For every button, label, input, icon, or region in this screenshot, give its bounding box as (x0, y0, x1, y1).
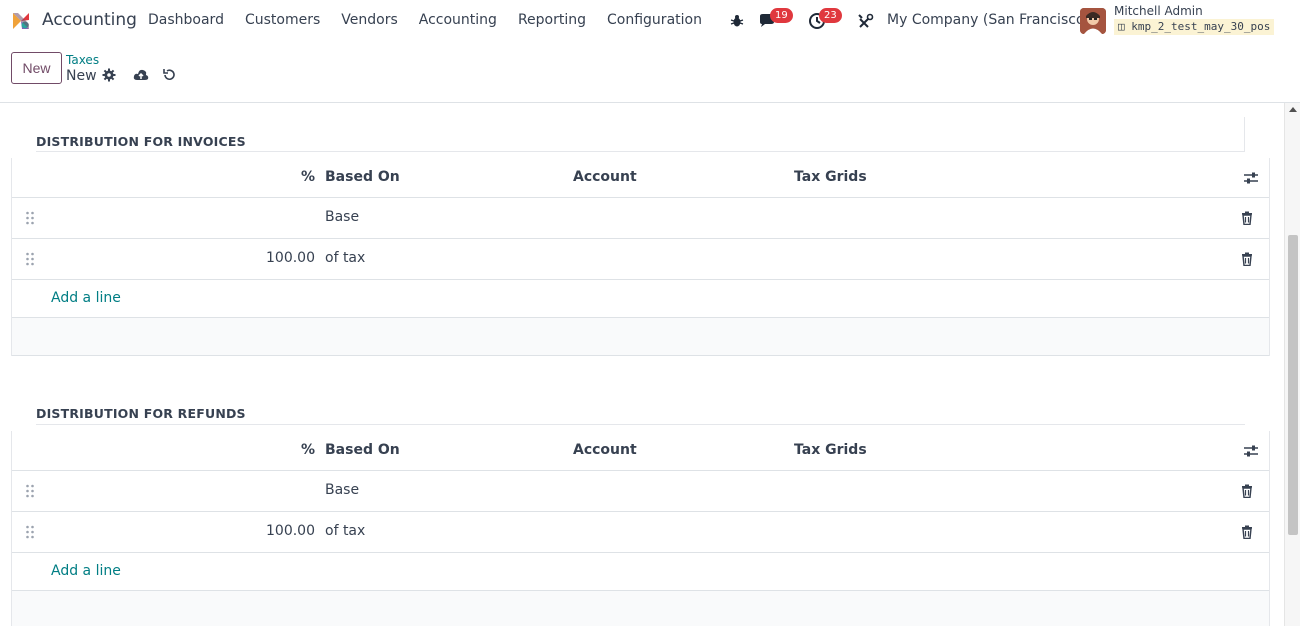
table-row[interactable]: 100.00 of tax (12, 239, 1269, 280)
menu-dashboard[interactable]: Dashboard (148, 12, 224, 28)
cell-based-on[interactable]: Base (325, 482, 359, 498)
menu-customers[interactable]: Customers (245, 12, 320, 28)
undo-icon[interactable] (161, 67, 177, 83)
accounting-app-icon[interactable] (10, 10, 32, 32)
cell-percent[interactable]: 100.00 (266, 523, 315, 539)
add-line-row: Add a line (12, 553, 1269, 591)
drag-handle-icon[interactable] (25, 484, 35, 498)
cell-based-on[interactable]: of tax (325, 250, 365, 266)
invoices-section-separator (36, 151, 1245, 152)
trash-icon[interactable] (1241, 252, 1253, 266)
breadcrumb-taxes[interactable]: Taxes (66, 53, 99, 67)
menu-vendors[interactable]: Vendors (341, 12, 397, 28)
trash-icon[interactable] (1241, 211, 1253, 225)
add-line-link[interactable]: Add a line (51, 290, 121, 306)
drag-handle-icon[interactable] (25, 211, 35, 225)
refunds-distribution-table: % Based On Account Tax Grids Base 100.00… (11, 431, 1270, 626)
refunds-section-title: DISTRIBUTION FOR REFUNDS (36, 406, 246, 421)
drag-handle-icon[interactable] (25, 525, 35, 539)
database-label: kmp_2_test_may_30_pos (1131, 20, 1271, 33)
breadcrumb-current: New (66, 68, 97, 84)
table-footer (12, 591, 1269, 626)
cell-percent[interactable]: 100.00 (266, 250, 315, 266)
main-menu: Dashboard Customers Vendors Accounting R… (148, 12, 723, 28)
table-header: % Based On Account Tax Grids (12, 158, 1269, 198)
cell-based-on[interactable]: of tax (325, 523, 365, 539)
header-percent[interactable]: % (301, 442, 315, 458)
activities-count-badge: 23 (819, 8, 842, 23)
scroll-thumb[interactable] (1288, 235, 1298, 535)
database-icon: ◫ (1118, 20, 1125, 33)
drag-handle-icon[interactable] (25, 252, 35, 266)
invoices-section-title: DISTRIBUTION FOR INVOICES (36, 134, 246, 149)
table-footer (12, 318, 1269, 356)
scroll-up-arrow[interactable] (1289, 107, 1297, 112)
header-account[interactable]: Account (573, 169, 637, 185)
add-line-link[interactable]: Add a line (51, 563, 121, 579)
header-based-on[interactable]: Based On (325, 442, 400, 458)
trash-icon[interactable] (1241, 484, 1253, 498)
table-row[interactable]: 100.00 of tax (12, 512, 1269, 553)
new-record-button[interactable]: New (11, 52, 62, 84)
messages-count-badge: 19 (770, 8, 793, 23)
header-percent[interactable]: % (301, 169, 315, 185)
database-name: ◫ kmp_2_test_may_30_pos (1114, 19, 1275, 35)
table-header: % Based On Account Tax Grids (12, 431, 1269, 471)
vertical-scrollbar[interactable] (1284, 103, 1300, 626)
app-name[interactable]: Accounting (42, 10, 137, 30)
cell-based-on[interactable]: Base (325, 209, 359, 225)
header-tax-grids[interactable]: Tax Grids (794, 442, 867, 458)
top-navbar: Accounting Dashboard Customers Vendors A… (0, 0, 1300, 42)
bug-icon[interactable] (727, 11, 747, 31)
table-row[interactable]: Base (12, 471, 1269, 512)
tools-icon[interactable] (856, 11, 876, 31)
gear-icon[interactable] (101, 67, 117, 83)
menu-configuration[interactable]: Configuration (607, 12, 702, 28)
header-tax-grids[interactable]: Tax Grids (794, 169, 867, 185)
invoices-section-edge (1244, 117, 1245, 151)
invoices-distribution-table: % Based On Account Tax Grids Base 100.00… (11, 158, 1270, 356)
header-based-on[interactable]: Based On (325, 169, 400, 185)
sliders-icon[interactable] (1243, 170, 1259, 186)
table-row[interactable]: Base (12, 198, 1269, 239)
trash-icon[interactable] (1241, 525, 1253, 539)
form-sheet: DISTRIBUTION FOR INVOICES % Based On Acc… (0, 103, 1284, 626)
user-name[interactable]: Mitchell Admin (1114, 4, 1203, 18)
company-switcher[interactable]: My Company (San Francisco) (887, 12, 1090, 28)
menu-accounting[interactable]: Accounting (419, 12, 497, 28)
sliders-icon[interactable] (1243, 443, 1259, 459)
cloud-upload-icon[interactable] (133, 67, 149, 83)
header-account[interactable]: Account (573, 442, 637, 458)
menu-reporting[interactable]: Reporting (518, 12, 586, 28)
user-avatar[interactable] (1080, 8, 1106, 34)
add-line-row: Add a line (12, 280, 1269, 318)
refunds-section-separator (36, 424, 1245, 425)
